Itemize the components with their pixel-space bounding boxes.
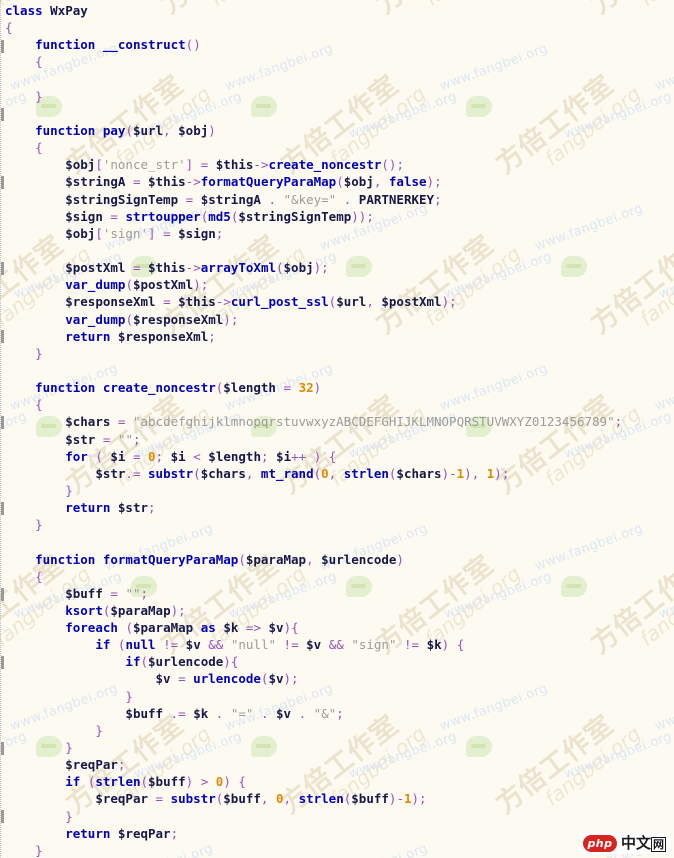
code-screenshot-page: 方倍工作室fangbei.orgwww.fangbei.orgwww.fangb…: [0, 0, 674, 858]
code-line: {: [35, 568, 43, 584]
code-line: $v = urlencode($v);: [155, 671, 299, 687]
site-name-label: 中文网: [620, 833, 666, 852]
code-line: $reqPar = substr($buff, 0, strlen($buff)…: [95, 791, 427, 807]
code-line: $responseXml = $this->curl_post_ssl($url…: [65, 294, 457, 310]
code-line: {: [35, 140, 43, 156]
code-line: function __construct(): [35, 37, 201, 53]
code-line: }: [35, 517, 43, 533]
watermark-site-name: fangbei.org: [635, 561, 674, 651]
code-line: return $responseXml;: [65, 328, 216, 344]
site-name-boxed-char: 网: [651, 836, 666, 852]
code-line: }: [35, 842, 43, 858]
code-line: {: [35, 54, 43, 70]
gutter-mark: [1, 262, 4, 275]
gutter-mark: [1, 502, 4, 515]
code-line: $reqPar;: [65, 757, 126, 773]
code-line: class WxPay: [5, 3, 88, 18]
code-line: $chars = "abcdefghijklmnopqrstuvwxyzABCD…: [65, 414, 623, 430]
gutter-mark: [1, 416, 4, 429]
code-line: var_dump($responseXml);: [65, 311, 239, 327]
code-line: }: [95, 722, 103, 738]
gutter-mark: [1, 588, 4, 601]
code-line: if (null != $v && "null" != $v && "sign"…: [95, 637, 465, 653]
code-line: }: [125, 688, 133, 704]
code-line: return $reqPar;: [65, 825, 179, 841]
watermark-site-name: fangbei.org: [635, 0, 674, 11]
code-line: $postXml = $this->arrayToXml($obj);: [65, 260, 329, 276]
watermark-url: www.fangbei.org: [657, 249, 674, 303]
watermark-url: www.fangbei.org: [657, 569, 674, 623]
code-line: $stringA = $this->formatQueryParaMap($ob…: [65, 174, 442, 190]
watermark-url: www.fangbei.org: [653, 681, 674, 735]
gutter-mark: [1, 176, 4, 189]
code-line: {: [5, 20, 13, 36]
code-line: $str = "";: [65, 431, 141, 447]
code-line: $obj['sign'] = $sign;: [65, 225, 224, 241]
php-chinese-site-logo: php 中文网: [579, 833, 670, 854]
code-line: $sign = strtoupper(md5($stringSignTemp))…: [65, 208, 374, 224]
watermark-url: www.fangbei.org: [653, 41, 674, 95]
code-line: }: [65, 740, 73, 756]
code-line: $str.= substr($chars, mt_rand(0, strlen(…: [95, 465, 510, 481]
code-line: }: [35, 345, 43, 361]
code-line: $buff .= $k . "=" . $v . "&";: [125, 705, 344, 721]
php-logo-pill: php: [582, 835, 617, 852]
code-line: $obj['nonce_str'] = $this->create_nonces…: [65, 157, 404, 173]
site-name-chinese: 中文: [620, 833, 651, 852]
code-line: for ( $i = 0; $i < $length; $i++ ) {: [65, 448, 337, 464]
code-line: }: [65, 482, 73, 498]
code-block: class WxPay{ function __construct() { } …: [0, 0, 622, 858]
watermark-url: www.fangbei.org: [653, 361, 674, 415]
gutter-mark: [1, 742, 4, 755]
code-line: function pay($url, $obj): [35, 122, 216, 138]
watermark-site-name: fangbei.org: [635, 241, 674, 331]
gutter-mark: [1, 330, 4, 343]
code-line: }: [35, 88, 43, 104]
gutter-mark: [1, 810, 4, 823]
gutter-mark: [1, 108, 4, 121]
code-line: $stringSignTemp = $stringA . "&key=" . P…: [65, 191, 442, 207]
code-line: ksort($paraMap);: [65, 602, 186, 618]
code-line: if($urlencode){: [125, 654, 239, 670]
code-line: return $str;: [65, 500, 156, 516]
editor-gutter: [0, 0, 5, 858]
code-line: foreach ($paraMap as $k => $v){: [65, 620, 299, 636]
code-line: if (strlen($buff) > 0) {: [65, 774, 246, 790]
code-line: }: [65, 808, 73, 824]
gutter-mark: [1, 40, 4, 53]
code-line: var_dump($postXml);: [65, 277, 209, 293]
code-line: {: [35, 397, 43, 413]
gutter-mark: [1, 656, 4, 669]
code-line: function formatQueryParaMap($paraMap, $u…: [35, 551, 404, 567]
code-line: function create_noncestr($length = 32): [35, 380, 322, 396]
code-line: $buff = "";: [65, 585, 149, 601]
